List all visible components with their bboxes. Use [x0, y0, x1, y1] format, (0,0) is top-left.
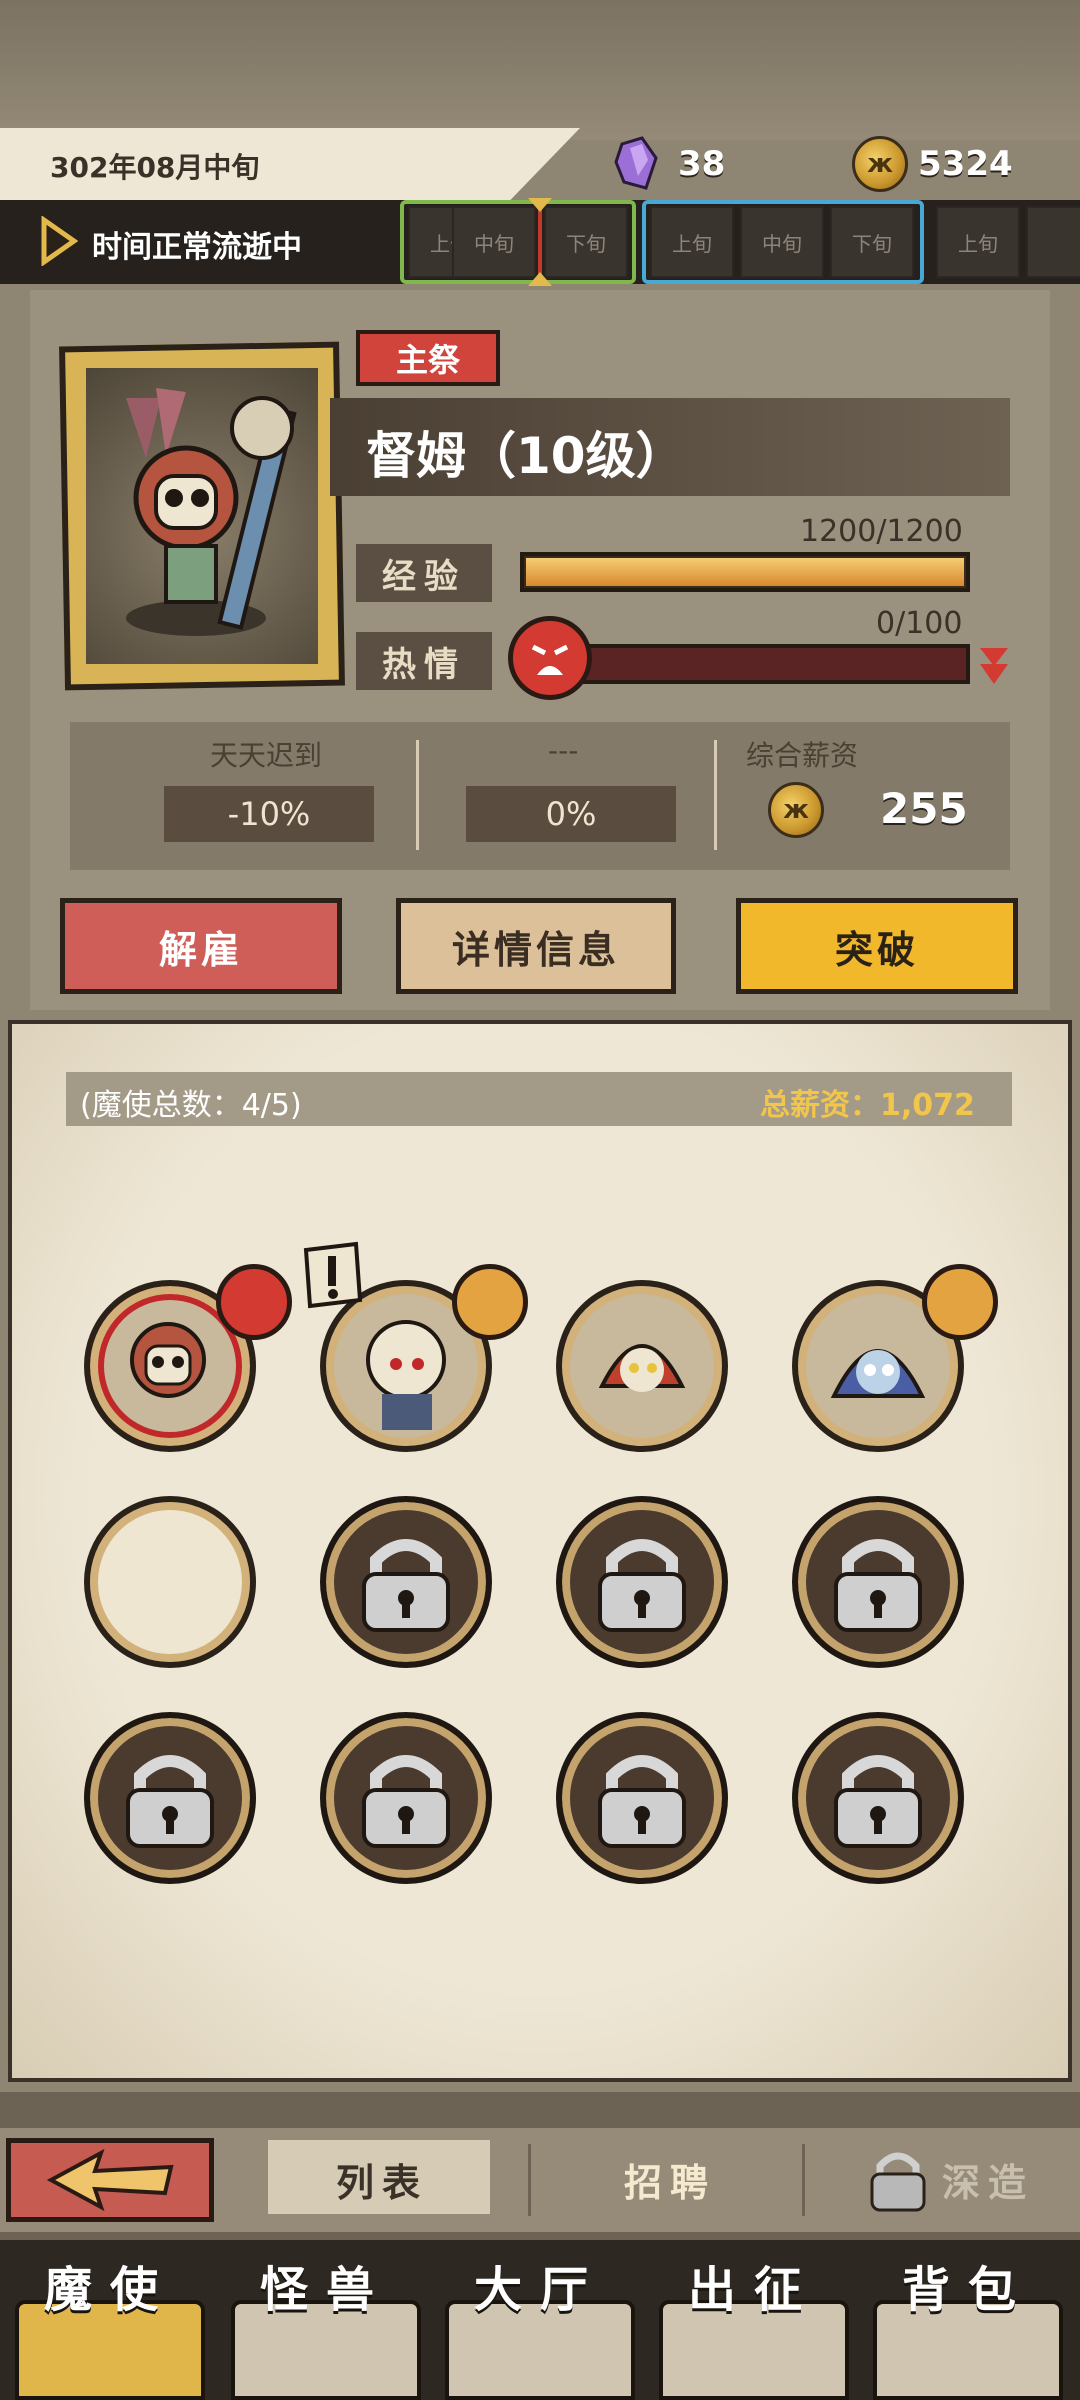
padlock-icon: [598, 1755, 686, 1848]
next-month-frame: [642, 200, 924, 284]
tab-list-label: 列表: [336, 2161, 429, 2205]
nav-label: 大厅: [474, 2262, 607, 2318]
nav-item-hall[interactable]: 大厅: [440, 2250, 640, 2400]
roster-slot-locked[interactable]: [84, 1712, 256, 1884]
nav-item-expedition[interactable]: 出征: [654, 2250, 854, 2400]
play-icon[interactable]: [40, 216, 78, 266]
passion-label: 热情: [356, 632, 492, 690]
crystal-count: 38: [678, 144, 726, 184]
roster-slot-locked[interactable]: [792, 1712, 964, 1884]
details-button[interactable]: 详情信息: [396, 898, 676, 994]
angry-face-icon: [508, 616, 592, 700]
roster-count: (魔使总数：4/5): [80, 1088, 302, 1123]
neutral-mood-icon: [922, 1264, 998, 1340]
hooded-mage-icon: [598, 1344, 686, 1392]
passion-value: 0/100: [876, 606, 963, 641]
current-month-frame: [400, 200, 636, 284]
padlock-icon: [126, 1755, 214, 1848]
current-date: 302年08月中旬: [50, 151, 260, 184]
nav-label: 怪兽: [260, 2262, 393, 2318]
alert-icon: [303, 1241, 363, 1309]
role-badge: 主祭: [356, 330, 500, 386]
marker-bottom-icon: [528, 272, 552, 286]
padlock-icon: [362, 1539, 450, 1632]
breakthrough-button[interactable]: 突破: [736, 898, 1018, 994]
coin-icon: ж: [768, 782, 824, 838]
timeline-cell: 上旬: [936, 206, 1020, 278]
salary-value: 255: [880, 784, 968, 833]
tab-deep-locked[interactable]: 深造: [942, 2152, 1034, 2207]
masked-shaman-icon: [126, 388, 297, 636]
nav-label: 背包: [902, 2262, 1035, 2318]
marker-top-icon: [528, 198, 552, 212]
nav-item-backpack[interactable]: 背包: [868, 2250, 1068, 2400]
divider: [416, 740, 419, 850]
padlock-icon: [362, 1755, 450, 1848]
coin-icon: ж: [852, 136, 908, 192]
roster-slot-locked[interactable]: [556, 1712, 728, 1884]
character-name: 督姆（10级）: [366, 427, 686, 485]
roster-slot-empty[interactable]: [84, 1496, 256, 1668]
roster-slot-locked[interactable]: [556, 1496, 728, 1668]
passion-bar: [540, 644, 970, 684]
roster-slot-locked[interactable]: [320, 1496, 492, 1668]
nav-item-magic-envoy[interactable]: 魔使: [10, 2250, 210, 2400]
coin-count: 5324: [918, 144, 1013, 184]
roster-slot-locked[interactable]: [792, 1496, 964, 1668]
padlock-icon: [834, 1755, 922, 1848]
trait-title: ---: [548, 734, 579, 767]
salary-title: 综合薪资: [746, 739, 859, 772]
neutral-mood-icon: [452, 1264, 528, 1340]
trait-title: 天天迟到: [210, 739, 323, 772]
padlock-icon: [598, 1539, 686, 1632]
angry-mood-icon: [216, 1264, 292, 1340]
character-portrait[interactable]: [86, 368, 318, 664]
nav-item-monster[interactable]: 怪兽: [226, 2250, 426, 2400]
tab-recruit[interactable]: 招聘: [624, 2152, 716, 2207]
roster-slot[interactable]: [556, 1280, 728, 1452]
back-button[interactable]: [6, 2138, 214, 2222]
exp-value: 1200/1200: [800, 514, 963, 549]
crystal-icon: [614, 136, 658, 190]
padlock-icon: [870, 2152, 926, 2212]
divider: [714, 740, 717, 850]
trait-value: -10%: [164, 786, 374, 842]
padlock-icon: [834, 1539, 922, 1632]
time-status: 时间正常流逝中: [92, 230, 302, 265]
fire-button[interactable]: 解雇: [60, 898, 342, 994]
divider: [802, 2144, 805, 2216]
exp-label: 经验: [356, 544, 492, 602]
exp-bar-fill: [526, 558, 964, 586]
nav-label: 魔使: [44, 2262, 177, 2318]
roster-slot-locked[interactable]: [320, 1712, 492, 1884]
back-arrow-icon: [46, 2148, 174, 2212]
decline-arrow-icon: [980, 648, 1008, 684]
top-background: [0, 0, 1080, 140]
nav-label: 出征: [688, 2262, 821, 2318]
trait-value: 0%: [466, 786, 676, 842]
total-salary: 总薪资：1,072: [760, 1088, 975, 1123]
divider: [528, 2144, 531, 2216]
timeline-cell: [1026, 206, 1080, 278]
